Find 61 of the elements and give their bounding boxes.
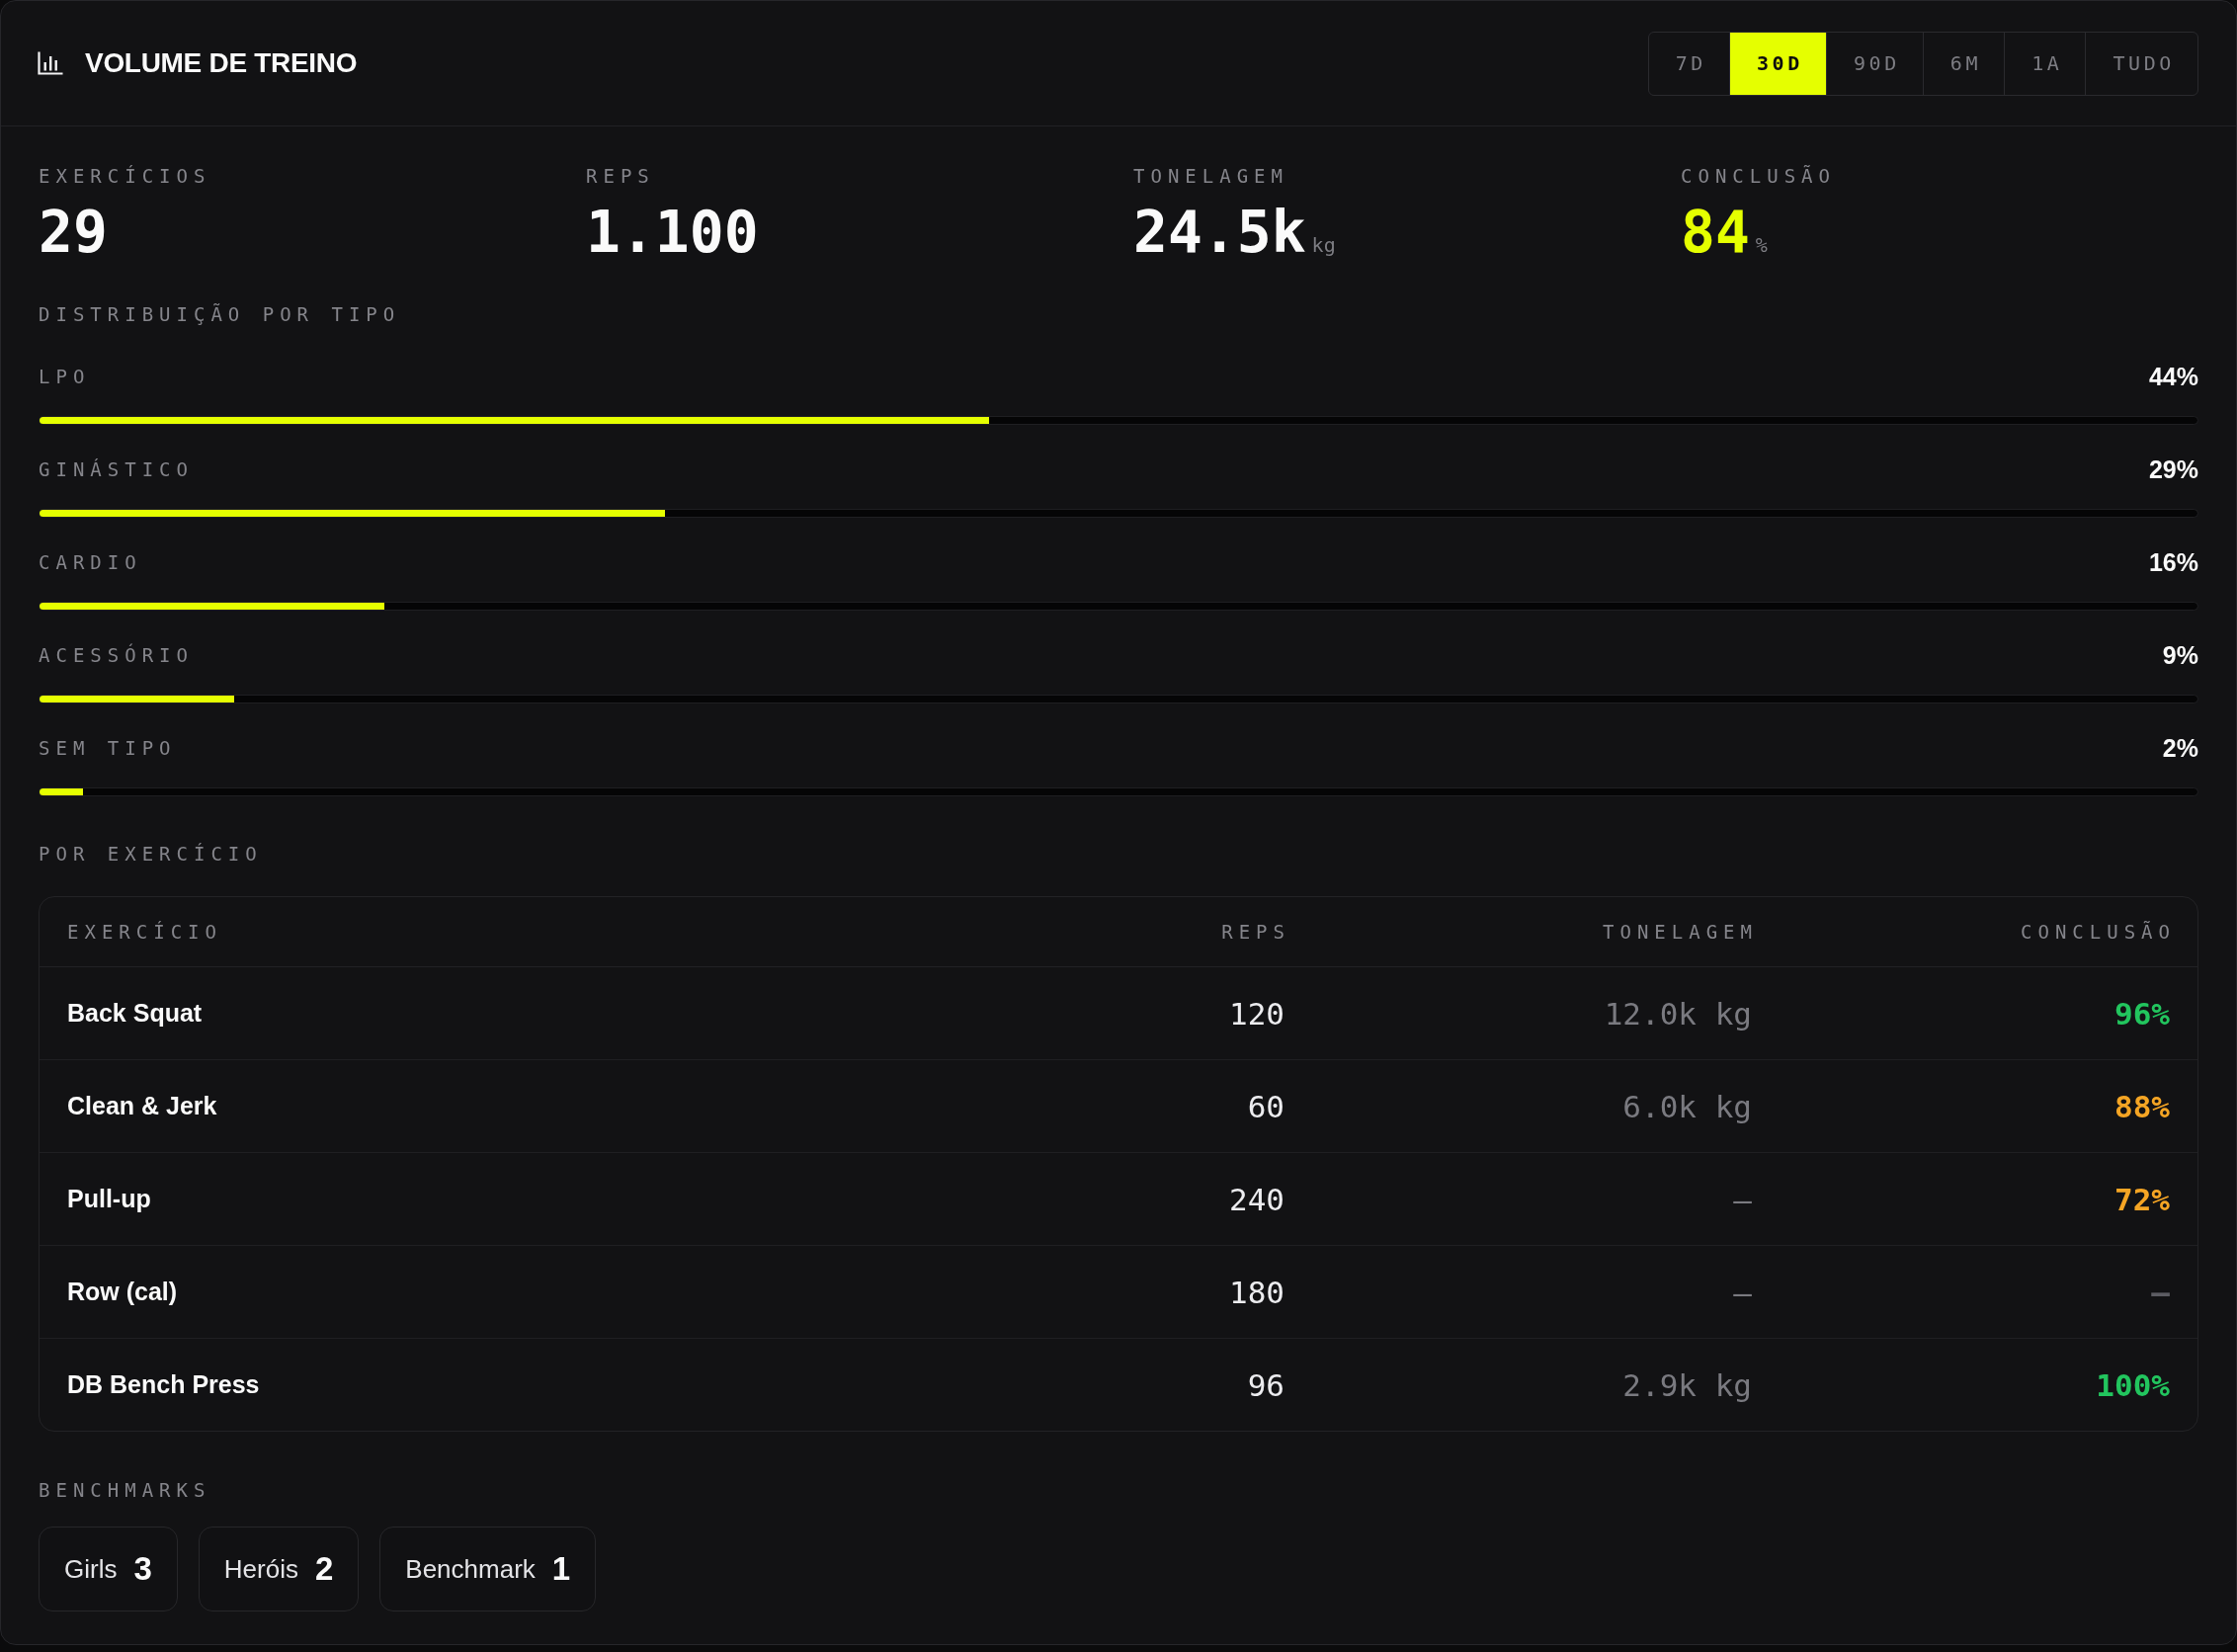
panel-title: VOLUME DE TREINO (85, 47, 358, 79)
stat-unit: kg (1311, 233, 1336, 257)
stat-unit: % (1755, 233, 1768, 257)
exercise-name: DB Bench Press (67, 1370, 261, 1399)
period-tab[interactable]: 6M (1922, 32, 2005, 95)
column-header: EXERCÍCIO (67, 920, 223, 944)
column-header: TONELAGEM (1603, 920, 1758, 944)
exercise-name: Back Squat (67, 999, 204, 1028)
tonnage-cell: — (1733, 1181, 1752, 1217)
tonnage-cell: 12.0k kg (1604, 995, 1752, 1032)
completion-cell: 100% (2096, 1366, 2170, 1403)
type-percent: 44% (2148, 362, 2198, 391)
column-header: CONCLUSÃO (2021, 920, 2176, 944)
stat-label: REPS (586, 165, 656, 188)
stat-label: EXERCÍCIOS (39, 165, 212, 188)
stat-value: 29 (39, 204, 108, 261)
period-tab[interactable]: 7D (1648, 32, 1729, 95)
period-tab[interactable]: 1A (2004, 32, 2086, 95)
tonnage-cell: 2.9k kg (1622, 1366, 1752, 1403)
chip-count: 2 (314, 1550, 334, 1588)
reps-cell: 60 (1247, 1088, 1284, 1124)
type-percent: 16% (2148, 547, 2198, 577)
type-label: LPO (39, 365, 91, 388)
chip-label: Girls (64, 1553, 118, 1585)
stat-value: 1.100 (586, 204, 759, 261)
type-percent: 29% (2148, 454, 2198, 484)
period-tab[interactable]: 90D (1825, 32, 1923, 95)
type-percent: 9% (2162, 640, 2198, 670)
stat-label: CONCLUSÃO (1681, 165, 1837, 188)
chip-count: 3 (133, 1550, 152, 1588)
column-header: REPS (1221, 920, 1290, 944)
section-title: BENCHMARKS (39, 1479, 212, 1502)
chip-label: Benchmark (405, 1553, 536, 1585)
completion-cell: 88% (2114, 1088, 2170, 1124)
exercise-name: Pull-up (67, 1185, 152, 1213)
exercise-name: Row (cal) (67, 1278, 179, 1306)
type-label: CARDIO (39, 550, 142, 574)
stat-value: 24.5k (1133, 204, 1306, 261)
reps-cell: 240 (1229, 1181, 1284, 1217)
type-percent: 2% (2162, 733, 2198, 763)
period-tab[interactable]: 30D (1728, 32, 1826, 95)
chip-label: Heróis (223, 1553, 298, 1585)
type-label: GINÁSTICO (39, 457, 194, 481)
bar-chart-icon (38, 51, 63, 75)
stat-value: 84 (1681, 204, 1750, 261)
section-title: POR EXERCÍCIO (39, 843, 264, 866)
completion-cell: — (2151, 1274, 2170, 1310)
completion-cell: 96% (2114, 995, 2170, 1032)
reps-cell: 96 (1247, 1366, 1284, 1403)
tonnage-cell: — (1733, 1274, 1752, 1310)
section-title: DISTRIBUIÇÃO POR TIPO (39, 303, 402, 326)
completion-cell: 72% (2114, 1181, 2170, 1217)
tonnage-cell: 6.0k kg (1622, 1088, 1752, 1124)
type-label: ACESSÓRIO (39, 643, 194, 667)
period-tab[interactable]: TUDO (2085, 32, 2197, 95)
reps-cell: 120 (1229, 995, 1284, 1032)
chip-count: 1 (551, 1550, 571, 1588)
type-label: SEM TIPO (39, 736, 177, 760)
stat-label: TONELAGEM (1133, 165, 1289, 188)
reps-cell: 180 (1229, 1274, 1284, 1310)
exercise-name: Clean & Jerk (67, 1092, 218, 1120)
